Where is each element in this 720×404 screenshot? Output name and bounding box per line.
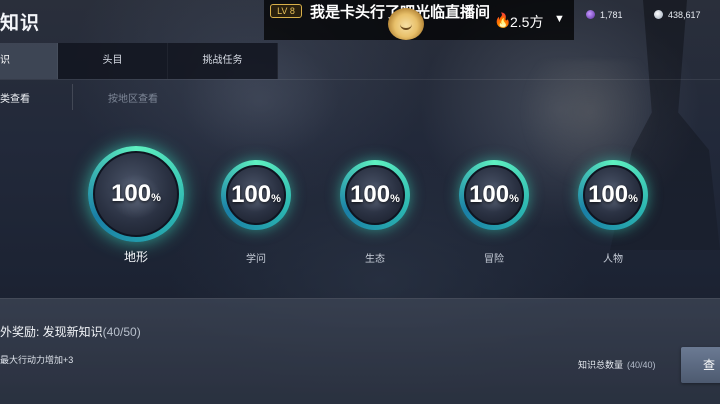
reward-count: (40/50) — [102, 325, 141, 339]
avatar[interactable] — [388, 8, 424, 40]
total-count: (40/40) — [627, 360, 656, 370]
category-knowledge[interactable]: 100% 学问 — [221, 160, 311, 265]
progress-value: 100 — [231, 181, 272, 208]
category-label: 地形 — [123, 250, 148, 264]
category-adventure[interactable]: 100% 冒险 — [459, 160, 549, 265]
filter-by-region[interactable]: 按地区查看 — [108, 90, 158, 105]
progress-ring: 100% — [88, 146, 184, 242]
category-characters[interactable]: 100% 人物 — [578, 160, 668, 265]
divider — [72, 84, 73, 110]
reward-description: 最大行动力增加+3 — [0, 355, 74, 365]
heat-value: 2.5方 — [510, 14, 544, 30]
purple-gem-icon — [586, 10, 595, 19]
view-button[interactable]: 查 — [681, 347, 720, 383]
category-label: 生态 — [365, 254, 385, 265]
silver-coin-icon — [654, 10, 663, 19]
divider — [0, 79, 720, 80]
tab-challenges[interactable]: 挑战任务 — [168, 43, 278, 79]
category-terrain[interactable]: 100% 地形 — [88, 146, 184, 264]
percent-sign: % — [390, 193, 400, 205]
tab-knowledge[interactable]: 识 — [0, 43, 58, 79]
coin-count: 438,617 — [668, 10, 701, 20]
chevron-down-icon[interactable]: ▼ — [554, 13, 565, 25]
reward-panel: 外奖励: 发现新知识(40/50) 最大行动力增加+3 知识总数量 (40/40)… — [0, 298, 720, 404]
total-knowledge: 知识总数量 (40/40) — [578, 358, 656, 371]
gem-count: 1,781 — [600, 10, 623, 20]
level-badge: LV 8 — [270, 4, 302, 18]
category-label: 冒险 — [484, 254, 504, 265]
category-ecology[interactable]: 100% 生态 — [340, 160, 430, 265]
category-label: 学问 — [246, 254, 266, 265]
progress-ring: 100% — [340, 160, 410, 230]
progress-value: 100 — [588, 181, 629, 208]
progress-ring: 100% — [578, 160, 648, 230]
tab-bosses[interactable]: 头目 — [58, 43, 168, 79]
flame-icon: 🔥 — [494, 12, 512, 28]
filter-by-category[interactable]: 类查看 — [0, 90, 30, 105]
reward-title: 外奖励: 发现新知识(40/50) — [0, 323, 141, 340]
progress-ring: 100% — [221, 160, 291, 230]
progress-value: 100 — [111, 180, 152, 207]
percent-sign: % — [509, 193, 519, 205]
percent-sign: % — [628, 193, 638, 205]
percent-sign: % — [271, 193, 281, 205]
page-title: 知识 — [0, 13, 41, 34]
progress-ring: 100% — [459, 160, 529, 230]
reward-title-text: 外奖励: 发现新知识 — [0, 325, 103, 339]
live-title: 我是卡头行了吧光临直播间 — [270, 2, 500, 24]
resource-coins: 438,617 — [654, 8, 701, 22]
total-label: 知识总数量 — [578, 360, 624, 370]
percent-sign: % — [151, 192, 161, 204]
tab-bar: 识 头目 挑战任务 — [0, 43, 278, 79]
resource-gems: 1,781 — [586, 8, 623, 22]
progress-value: 100 — [350, 181, 391, 208]
category-label: 人物 — [603, 254, 623, 265]
progress-value: 100 — [469, 181, 510, 208]
